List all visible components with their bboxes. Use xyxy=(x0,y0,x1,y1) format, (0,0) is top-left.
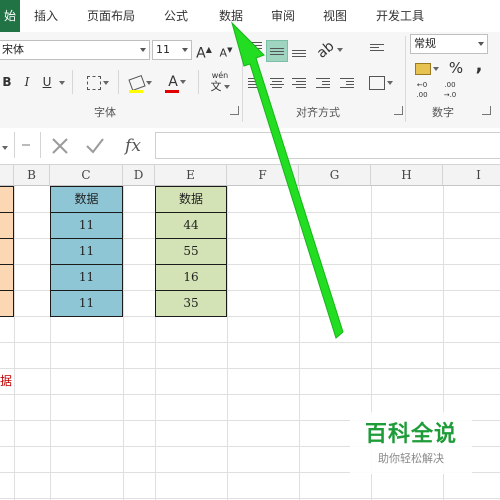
watermark-subtitle: 助你轻松解决 xyxy=(378,452,444,465)
watermark-title: 百科全说 xyxy=(364,422,457,447)
watermark: 百科全说 助你轻松解决 xyxy=(350,412,472,474)
arrow-icon xyxy=(231,21,344,339)
